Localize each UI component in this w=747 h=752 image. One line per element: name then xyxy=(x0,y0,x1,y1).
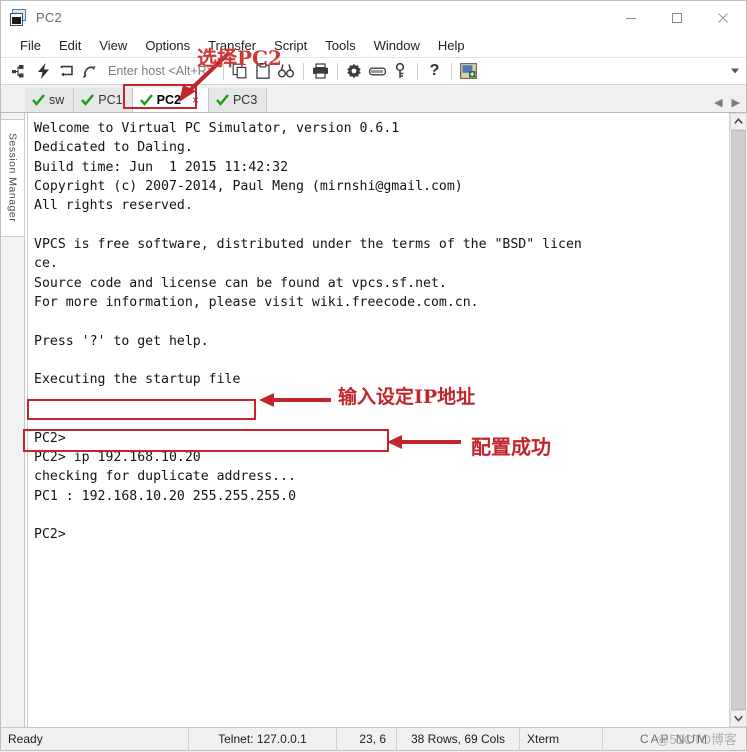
window-titlebar: PC2 xyxy=(1,1,746,34)
tab-close-icon[interactable]: × xyxy=(192,93,199,107)
crt-terminal-window: PC2 File Edit View Options Transfer Scri… xyxy=(0,0,747,751)
tab-pc1[interactable]: PC1 xyxy=(74,88,133,112)
quick-connect-icon[interactable] xyxy=(32,60,55,82)
toolbar-separator xyxy=(336,62,338,80)
session-manager-label: Session Manager xyxy=(6,133,19,223)
menu-item-script[interactable]: Script xyxy=(265,36,316,55)
status-ready: Ready xyxy=(1,727,189,751)
disconnect-icon[interactable] xyxy=(78,60,101,82)
terminal-pane: Welcome to Virtual PC Simulator, version… xyxy=(25,113,747,727)
print-icon[interactable] xyxy=(309,60,332,82)
toolbar-separator xyxy=(416,62,418,80)
toolbar: Enter host <Alt+R> ? xyxy=(1,58,746,85)
statusbar: Ready Telnet: 127.0.0.1 23, 6 38 Rows, 6… xyxy=(1,727,746,751)
terminal-output[interactable]: Welcome to Virtual PC Simulator, version… xyxy=(27,113,729,727)
minimize-icon[interactable] xyxy=(608,1,654,34)
windows-stack-icon xyxy=(10,8,28,27)
menu-item-help[interactable]: Help xyxy=(429,36,474,55)
tab-sw[interactable]: sw xyxy=(25,88,75,112)
scroll-up-icon[interactable] xyxy=(729,113,747,130)
key-icon[interactable] xyxy=(389,60,412,82)
maximize-icon[interactable] xyxy=(654,1,700,34)
tab-next-icon[interactable]: ▶ xyxy=(732,96,740,109)
menu-item-file[interactable]: File xyxy=(11,36,50,55)
toolbar-overflow-icon[interactable] xyxy=(731,68,739,74)
tab-prev-icon[interactable]: ◀ xyxy=(714,96,722,109)
reconnect-icon[interactable] xyxy=(55,60,78,82)
menu-item-transfer[interactable]: Transfer xyxy=(199,36,265,55)
copy-icon[interactable] xyxy=(229,60,252,82)
check-icon xyxy=(81,94,95,106)
tab-pc3[interactable]: PC3 xyxy=(208,88,268,112)
tab-label: PC1 xyxy=(98,93,123,107)
scroll-down-icon[interactable] xyxy=(729,710,747,727)
session-manager-tab[interactable]: Session Manager xyxy=(1,119,25,237)
tab-label: PC3 xyxy=(232,93,258,107)
toolbar-separator xyxy=(222,62,224,80)
scrollbar-thumb[interactable] xyxy=(730,130,746,710)
tab-label: sw xyxy=(49,93,65,107)
keyboard-icon[interactable] xyxy=(366,60,389,82)
toolbar-separator xyxy=(450,62,452,80)
close-icon[interactable] xyxy=(700,1,746,34)
session-manager-sidebar[interactable]: Session Manager xyxy=(1,113,25,727)
session-tabbar: sw PC1 PC2 × PC3 ◀ ▶ xyxy=(1,85,746,113)
settings-gear-icon[interactable] xyxy=(343,60,366,82)
menu-item-options[interactable]: Options xyxy=(136,36,199,55)
check-icon xyxy=(216,94,229,106)
window-title: PC2 xyxy=(36,10,62,25)
host-input[interactable]: Enter host <Alt+R> xyxy=(108,64,214,78)
scrollbar-track[interactable] xyxy=(729,130,747,710)
status-screen-size: 38 Rows, 69 Cols xyxy=(397,727,520,751)
status-indicators: CAP NUM xyxy=(639,732,710,746)
terminal-scrollbar[interactable] xyxy=(729,113,747,727)
tab-label: PC2 xyxy=(156,93,181,107)
window-body: Session Manager Welcome to Virtual PC Si… xyxy=(1,113,747,727)
toolbar-separator xyxy=(302,62,304,80)
status-cursor-position: 23, 6 xyxy=(337,727,397,751)
menubar: File Edit View Options Transfer Script T… xyxy=(1,34,746,58)
menu-item-window[interactable]: Window xyxy=(365,36,429,55)
help-icon[interactable]: ? xyxy=(423,60,446,82)
menu-item-tools[interactable]: Tools xyxy=(316,36,364,55)
connect-icon[interactable] xyxy=(9,60,32,82)
menu-item-view[interactable]: View xyxy=(90,36,136,55)
menu-item-edit[interactable]: Edit xyxy=(50,36,90,55)
tab-pc2[interactable]: PC2 × xyxy=(132,88,209,112)
find-icon[interactable] xyxy=(275,60,298,82)
check-icon xyxy=(32,94,45,106)
tab-scroll-controls: ◀ ▶ xyxy=(714,96,746,112)
status-connection: Telnet: 127.0.0.1 xyxy=(189,727,337,751)
check-icon xyxy=(139,94,153,106)
window-controls xyxy=(608,1,746,34)
paste-icon[interactable] xyxy=(252,60,275,82)
status-emulation: Xterm xyxy=(520,727,603,751)
session-options-icon[interactable] xyxy=(457,60,480,82)
